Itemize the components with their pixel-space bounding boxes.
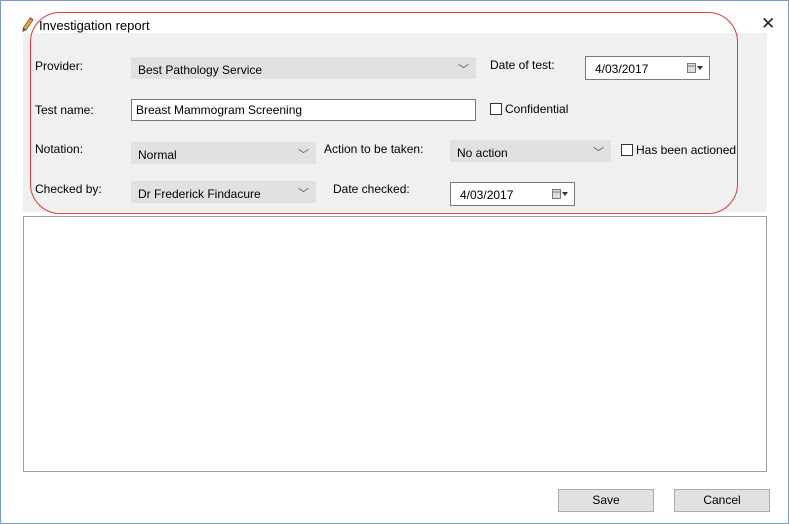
window-title: Investigation report — [39, 18, 150, 33]
has-been-actioned-checkbox[interactable]: Has been actioned — [621, 143, 736, 157]
chevron-down-icon: ﹀ — [298, 188, 309, 200]
date-checked-value: 4/03/2017 — [460, 188, 514, 202]
date-checked-picker[interactable]: 4/03/2017 — [450, 182, 575, 206]
save-button[interactable]: Save — [558, 489, 654, 512]
chevron-down-icon: ﹀ — [458, 64, 469, 76]
confidential-checkbox-box[interactable] — [490, 103, 502, 115]
has-been-actioned-checkbox-box[interactable] — [621, 144, 633, 156]
test-name-input[interactable] — [131, 99, 476, 121]
date-checked-label: Date checked: — [333, 182, 410, 196]
has-been-actioned-label: Has been actioned — [636, 143, 737, 157]
notation-dropdown[interactable]: Normal ﹀ — [131, 142, 316, 164]
checked-by-dropdown[interactable]: Dr Frederick Findacure ﹀ — [131, 181, 316, 203]
checked-by-value: Dr Frederick Findacure — [138, 187, 261, 201]
confidential-checkbox[interactable]: Confidential — [490, 102, 568, 116]
title-bar: Investigation report ✕ — [1, 1, 788, 33]
pencil-icon — [22, 17, 34, 32]
notation-value: Normal — [138, 148, 177, 162]
chevron-down-icon: ﹀ — [298, 149, 309, 161]
report-form-panel: Provider: Best Pathology Service ﹀ Date … — [23, 33, 767, 212]
notation-label: Notation: — [35, 142, 84, 156]
date-of-test-label: Date of test: — [490, 58, 555, 72]
date-of-test-picker[interactable]: 4/03/2017 — [585, 56, 710, 80]
action-value: No action — [457, 146, 508, 160]
checked-by-label: Checked by: — [35, 182, 102, 196]
close-button[interactable]: ✕ — [761, 15, 775, 32]
cancel-button[interactable]: Cancel — [674, 489, 770, 512]
investigation-report-window: Investigation report ✕ Provider: Best Pa… — [0, 0, 789, 524]
confidential-label: Confidential — [505, 102, 569, 116]
provider-dropdown[interactable]: Best Pathology Service ﹀ — [131, 57, 476, 79]
action-dropdown[interactable]: No action ﹀ — [450, 140, 611, 162]
action-label: Action to be taken: — [324, 142, 424, 156]
calendar-dropdown-icon[interactable] — [552, 189, 568, 200]
test-name-label: Test name: — [35, 103, 94, 117]
date-of-test-value: 4/03/2017 — [595, 62, 649, 76]
calendar-dropdown-icon[interactable] — [687, 63, 703, 74]
provider-value: Best Pathology Service — [138, 63, 263, 77]
chevron-down-icon: ﹀ — [593, 147, 604, 159]
provider-label: Provider: — [35, 59, 84, 73]
notes-textarea[interactable] — [23, 216, 767, 472]
test-name-field[interactable] — [132, 100, 475, 120]
